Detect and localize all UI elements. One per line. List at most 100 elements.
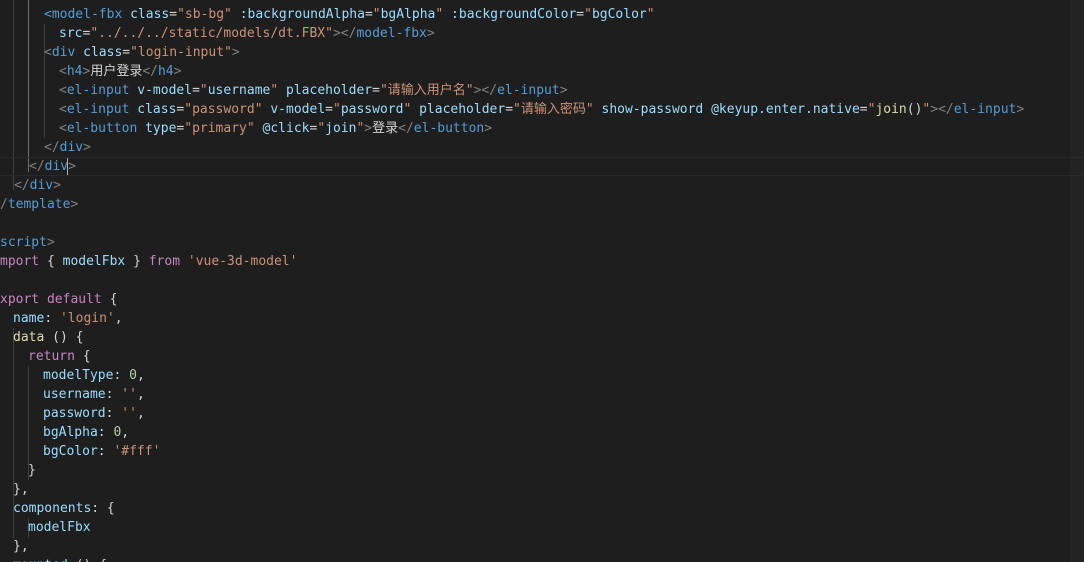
code-token-bracket: > [173, 64, 182, 79]
code-line[interactable]: <h4>用户登录</h4> [59, 62, 181, 81]
code-line[interactable]: src="../../../static/models/dt.FBX"></mo… [59, 24, 435, 43]
code-token-function: join [875, 102, 907, 117]
code-line[interactable]: username: '', [43, 385, 145, 404]
indent-guide [28, 0, 29, 172]
code-token-tag: script [0, 235, 47, 250]
code-token-bracket: > [1016, 102, 1025, 117]
code-token-attr: :backgroundAlpha [239, 7, 365, 22]
code-line[interactable]: mport { modelFbx } from 'vue-3d-model' [0, 252, 297, 271]
code-line[interactable]: </div> [44, 138, 91, 157]
code-token-plain: }, [13, 539, 29, 554]
code-token-tag: model-fbx [356, 26, 427, 41]
code-token-bracket: </ [340, 26, 357, 41]
code-line[interactable]: modelFbx [28, 518, 91, 537]
code-token-attr: placeholder [286, 83, 373, 98]
code-token-string: "login-input" [130, 45, 232, 60]
code-token-string: " [270, 83, 279, 98]
code-token-plain: () [906, 102, 923, 117]
code-line[interactable]: bgColor: '#fff' [43, 442, 160, 461]
code-token-plain: } [125, 254, 149, 269]
code-token-attr: username [207, 83, 271, 98]
code-token-bracket: > [426, 26, 435, 41]
vertical-scrollbar[interactable] [1070, 0, 1084, 562]
code-token-string: " [584, 7, 592, 22]
code-token-string: " [372, 7, 381, 22]
code-editor[interactable]: < model-fbx class = "sb-bg" :backgroundAlph… [0, 0, 1084, 562]
code-token-plain: 用户登录 [90, 64, 143, 79]
code-token-string: " [199, 83, 208, 98]
code-line[interactable]: data () { [13, 328, 83, 347]
code-token-plain: : [97, 425, 114, 440]
code-token-tag: model-fbx [51, 7, 123, 22]
code-token-attr: join [325, 121, 357, 136]
code-token-plain: () { [44, 330, 84, 345]
code-line[interactable]: </div> [0, 157, 1084, 176]
code-token-plain: = [372, 83, 380, 98]
code-token-bracket: < [59, 64, 67, 79]
code-token-tag: el-input [66, 83, 130, 98]
code-token-attr: show-password [601, 102, 704, 117]
code-token-string: 'login' [59, 311, 115, 326]
code-token-bracket: </ [398, 121, 414, 136]
code-token-string: 'vue-3d-model' [187, 254, 298, 269]
code-token-tag: el-input [953, 102, 1017, 117]
code-token-bracket: < [44, 45, 52, 60]
text-cursor [67, 158, 68, 175]
code-line[interactable]: return { [28, 347, 91, 366]
code-line[interactable]: <div class="login-input"> [44, 43, 240, 62]
code-token-plain: : [113, 368, 130, 383]
code-line[interactable]: script> [0, 233, 55, 252]
code-token-tag: el-input [497, 83, 560, 98]
code-token-string: " [332, 102, 341, 117]
code-line[interactable]: password: '', [43, 404, 145, 423]
code-line[interactable]: modelType: 0, [43, 366, 145, 385]
code-token-attr: name [13, 311, 45, 326]
code-token-attr: class [137, 102, 177, 117]
code-token-tag: div [44, 159, 69, 174]
code-token-attr: :backgroundColor [451, 7, 577, 22]
code-line[interactable]: }, [13, 480, 29, 499]
code-token-plain: , [114, 311, 123, 326]
code-token-plain: , [136, 406, 145, 421]
code-line[interactable]: /template> [0, 195, 78, 214]
code-line[interactable]: <el-input class="password" v-model="pass… [59, 100, 1024, 119]
code-line[interactable]: bgAlpha: 0, [43, 423, 129, 442]
code-token-bracket: > [332, 26, 341, 41]
code-line[interactable]: <el-input v-model="username" placeholder… [59, 81, 568, 100]
code-line[interactable]: </div> [14, 176, 61, 195]
code-line[interactable]: components: { [13, 499, 115, 518]
code-token-bracket: > [70, 197, 79, 212]
code-token-bracket: / [0, 197, 8, 212]
code-token-bracket: > [484, 121, 493, 136]
code-token-attr: username [43, 387, 106, 402]
code-token-string: '' [121, 406, 137, 421]
code-token-bracket: </ [44, 140, 60, 155]
code-token-attr: type [145, 121, 177, 136]
code-line[interactable]: } [28, 461, 36, 480]
code-token-keyword: default [46, 292, 102, 307]
code-token-plain: = [859, 102, 868, 117]
code-line[interactable]: <model-fbx class="sb-bg" :backgroundAlph… [44, 5, 655, 24]
code-token-bracket: < [59, 121, 67, 136]
code-token-plain: () { [68, 558, 107, 562]
code-token-string: "primary" [184, 121, 255, 136]
code-token-tag: div [29, 178, 54, 193]
code-token-bracket: </ [481, 83, 498, 98]
code-token-attr: class [130, 7, 170, 22]
code-token-plain: , [121, 425, 130, 440]
code-line[interactable]: xport default { [0, 290, 117, 309]
code-token-plain: { [39, 254, 63, 269]
code-line[interactable]: <el-button type="primary" @click="join">… [59, 119, 492, 138]
code-token-attr: placeholder [419, 102, 506, 117]
code-line[interactable]: }, [13, 537, 29, 556]
code-token-attr: v-model [270, 102, 326, 117]
code-token-plain: { [101, 292, 118, 307]
code-token-attr: components [13, 501, 92, 516]
code-token-string: "sb-bg" [177, 7, 232, 22]
code-line[interactable]: name: 'login', [13, 309, 123, 328]
code-line[interactable]: mounted () { [13, 556, 107, 562]
code-token-plain: }, [13, 482, 29, 497]
